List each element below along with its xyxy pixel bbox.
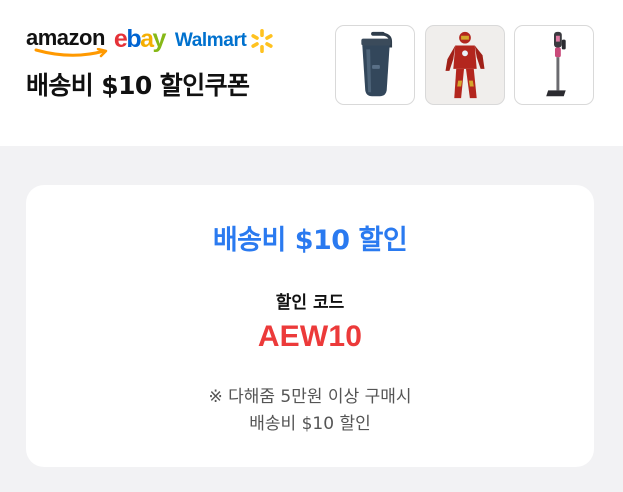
ebay-letter-a: a [140,25,154,53]
walmart-logo-text: Walmart [174,30,247,51]
store-logos: amazon ebay Walmart [26,22,275,58]
promo-banner: amazon ebay Walmart 배송비 $10 할인쿠폰 [0,0,623,146]
amazon-logo: amazon [26,25,108,58]
walmart-logo: Walmart [175,26,275,56]
ebay-letter-y: y [152,25,167,53]
coupon-condition-note: ※ 다해줌 5만원 이상 구매시 배송비 $10 할인 [26,384,594,438]
iron-man-figure-icon [445,31,485,99]
ebay-letter-e: e [113,25,128,53]
walmart-spark-icon [251,29,274,53]
product-thumbnail-tumbler[interactable] [335,25,415,105]
banner-headline: 배송비 $10 할인쿠폰 [26,71,250,100]
ebay-logo: ebay [113,25,167,56]
tumbler-icon [361,31,393,97]
discount-code-label: 할인 코드 [275,293,345,313]
amazon-smile-icon [34,48,108,58]
amazon-logo-text: amazon [26,25,105,50]
discount-code[interactable]: AEW10 [26,320,594,354]
coupon-note-line-2: 배송비 $10 할인 [249,414,371,434]
ebay-letter-b: b [126,25,141,53]
product-thumbnail-figure[interactable] [425,25,505,105]
stick-vacuum-icon [546,31,566,97]
product-thumbnail-vacuum[interactable] [514,25,594,105]
coupon-card: 배송비 $10 할인 할인 코드 AEW10 ※ 다해줌 5만원 이상 구매시 … [26,185,594,467]
coupon-note-line-1: ※ 다해줌 5만원 이상 구매시 [208,387,412,407]
coupon-title: 배송비 $10 할인 [212,225,408,256]
